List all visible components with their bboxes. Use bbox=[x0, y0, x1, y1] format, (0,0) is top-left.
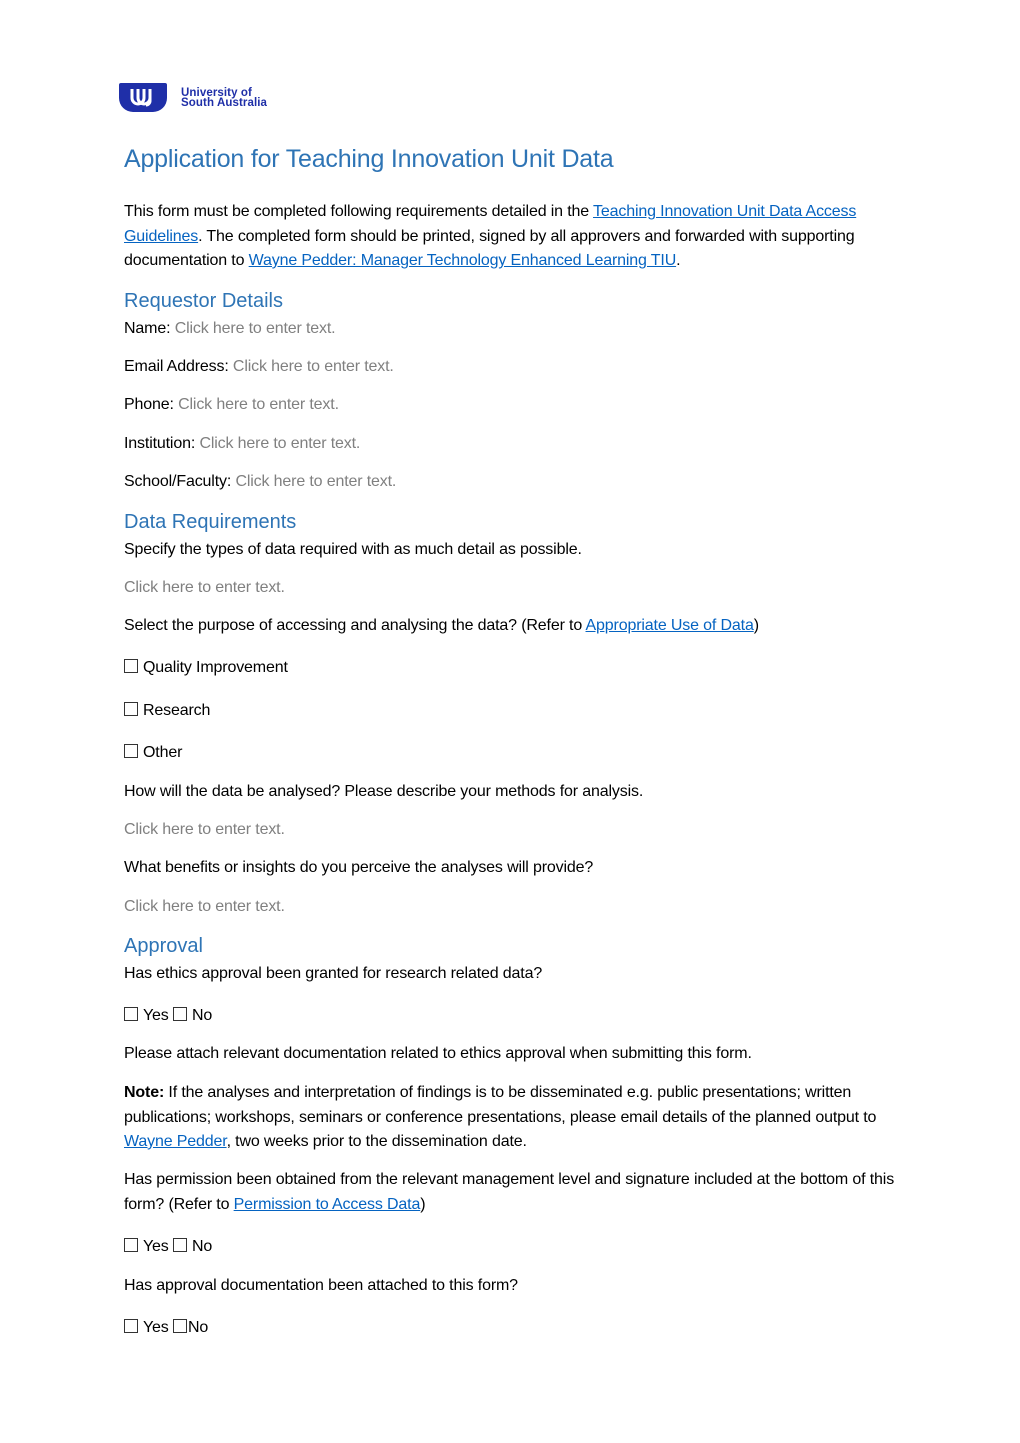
logo-line-2: South Australia bbox=[181, 96, 268, 109]
email-field: Email Address: Click here to enter text. bbox=[124, 355, 904, 380]
attach-note: Please attach relevant documentation rel… bbox=[124, 1045, 752, 1062]
requestor-heading: Requestor Details bbox=[124, 290, 283, 312]
attached-question: Has approval documentation been attached… bbox=[124, 1277, 518, 1294]
school-input[interactable]: Click here to enter text. bbox=[235, 473, 396, 490]
note-text-1: If the analyses and interpretation of fi… bbox=[124, 1084, 877, 1126]
purpose-close: ) bbox=[753, 617, 759, 634]
checkbox-ethics-no[interactable] bbox=[172, 1007, 187, 1021]
school-label: School/Faculty: bbox=[124, 473, 232, 490]
specify-label: Specify the types of data required with … bbox=[124, 541, 582, 558]
ethics-yes-label: Yes bbox=[143, 1007, 169, 1024]
checkbox-attached-no[interactable] bbox=[172, 1319, 187, 1333]
logo-line-1: University of bbox=[181, 86, 252, 99]
specify-input[interactable]: Click here to enter text. bbox=[124, 576, 904, 601]
attached-options: Yes No bbox=[124, 1316, 904, 1341]
phone-label: Phone: bbox=[124, 396, 174, 413]
email-label: Email Address: bbox=[124, 358, 229, 375]
benefits-question: What benefits or insights do you perceiv… bbox=[124, 859, 594, 876]
logo-text: University of South Australia bbox=[181, 86, 268, 109]
checkbox-permission-no[interactable] bbox=[172, 1238, 187, 1252]
purpose-text: Select the purpose of accessing and anal… bbox=[124, 617, 586, 634]
purpose-question: Select the purpose of accessing and anal… bbox=[124, 614, 904, 639]
institution-field: Institution: Click here to enter text. bbox=[124, 432, 904, 457]
benefits-input[interactable]: Click here to enter text. bbox=[124, 895, 904, 920]
checkbox-other[interactable] bbox=[124, 744, 138, 758]
checkbox-quality-improvement[interactable] bbox=[124, 659, 138, 673]
approval-heading: Approval bbox=[124, 935, 203, 957]
ethics-options: Yes No bbox=[124, 1004, 904, 1029]
name-label: Name: bbox=[124, 320, 171, 337]
permission-yes-label: Yes bbox=[143, 1238, 169, 1255]
name-input[interactable]: Click here to enter text. bbox=[175, 320, 336, 337]
ethics-no-label: No bbox=[191, 1007, 213, 1024]
manager-link[interactable]: Wayne Pedder: Manager Technology Enhance… bbox=[249, 252, 677, 269]
dissemination-note: Note: If the analyses and interpretation… bbox=[124, 1081, 904, 1155]
institution-input[interactable]: Click here to enter text. bbox=[199, 435, 360, 452]
institution-label: Institution: bbox=[124, 435, 196, 452]
page-title: Application for Teaching Innovation Unit… bbox=[124, 145, 614, 173]
shield-icon bbox=[119, 83, 167, 112]
checkbox-permission-yes[interactable] bbox=[124, 1238, 138, 1252]
purpose-other-option[interactable]: Other bbox=[124, 741, 904, 766]
intro-text-3: . bbox=[676, 252, 681, 269]
data-requirements-heading: Data Requirements bbox=[124, 511, 297, 533]
school-field: School/Faculty: Click here to enter text… bbox=[124, 470, 904, 495]
checkbox-ethics-yes[interactable] bbox=[124, 1007, 138, 1021]
wayne-pedder-link[interactable]: Wayne Pedder bbox=[124, 1133, 227, 1150]
intro-paragraph: This form must be completed following re… bbox=[124, 200, 904, 274]
phone-field: Phone: Click here to enter text. bbox=[124, 393, 904, 418]
research-label: Research bbox=[143, 702, 211, 719]
attached-yes-label: Yes bbox=[143, 1319, 169, 1336]
phone-input[interactable]: Click here to enter text. bbox=[178, 396, 339, 413]
appropriate-use-link[interactable]: Appropriate Use of Data bbox=[586, 617, 754, 634]
permission-no-label: No bbox=[191, 1238, 213, 1255]
permission-question: Has permission been obtained from the re… bbox=[124, 1168, 904, 1217]
purpose-quality-option[interactable]: Quality Improvement bbox=[124, 656, 904, 681]
name-field: Name: Click here to enter text. bbox=[124, 317, 904, 342]
checkbox-attached-yes[interactable] bbox=[124, 1319, 138, 1333]
purpose-research-option[interactable]: Research bbox=[124, 699, 904, 724]
analysis-input[interactable]: Click here to enter text. bbox=[124, 818, 904, 843]
other-label: Other bbox=[143, 744, 183, 761]
note-text-2: , two weeks prior to the dissemination d… bbox=[226, 1133, 527, 1150]
email-input[interactable]: Click here to enter text. bbox=[233, 358, 394, 375]
analysis-question: How will the data be analysed? Please de… bbox=[124, 783, 644, 800]
quality-improvement-label: Quality Improvement bbox=[143, 659, 288, 676]
permission-link[interactable]: Permission to Access Data bbox=[234, 1196, 421, 1213]
ethics-question: Has ethics approval been granted for res… bbox=[124, 965, 543, 982]
checkbox-research[interactable] bbox=[124, 702, 138, 716]
permission-close: ) bbox=[420, 1195, 426, 1213]
university-logo: University of South Australia bbox=[119, 83, 267, 112]
intro-text-1: This form must be completed following re… bbox=[124, 203, 594, 220]
permission-options: Yes No bbox=[124, 1235, 904, 1260]
attached-no-label: No bbox=[187, 1319, 209, 1336]
note-label: Note: bbox=[124, 1084, 165, 1101]
